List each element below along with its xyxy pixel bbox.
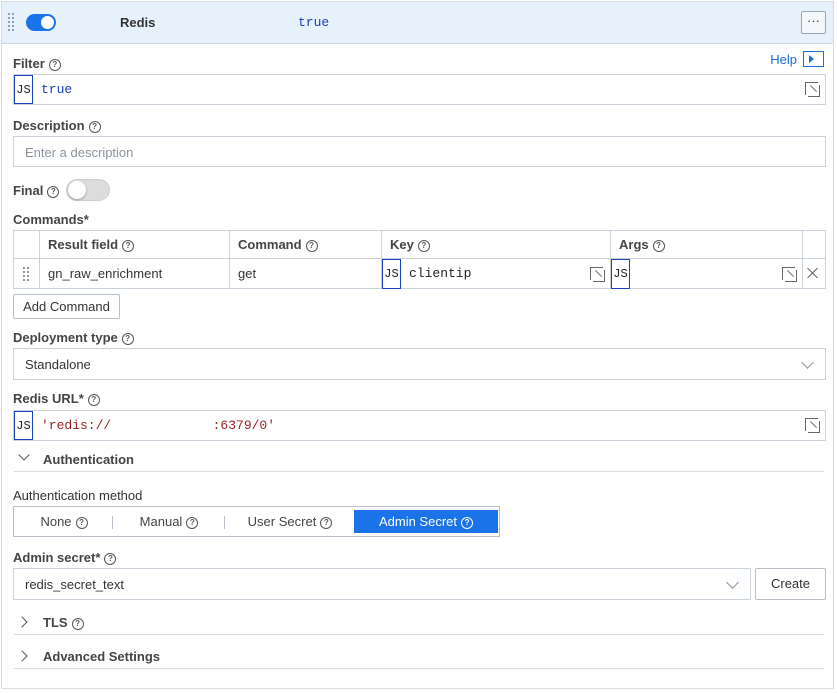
function-header[interactable]: Redis true ··· (2, 2, 833, 44)
help-circle-icon[interactable]: ? (75, 517, 88, 529)
help-circle-icon[interactable]: ? (652, 240, 665, 252)
expand-editor-icon[interactable] (590, 267, 605, 282)
redis-function-panel: Redis true ··· Filter? Help JS true Desc… (1, 1, 834, 689)
filter-value[interactable]: true (41, 82, 72, 97)
final-toggle[interactable] (66, 179, 110, 201)
remove-row-icon[interactable] (807, 267, 818, 278)
js-expression-tag: JS (14, 411, 33, 440)
help-circle-icon[interactable]: ? (71, 618, 84, 630)
advanced-settings-label: Advanced Settings (43, 649, 161, 664)
auth-method-admin-secret[interactable]: Admin Secret? (354, 510, 498, 533)
key-cell[interactable]: JS clientip (382, 259, 611, 289)
redis-url-value[interactable]: 'redis:// :6379/0' (41, 418, 275, 433)
help-circle-icon[interactable]: ? (122, 240, 135, 252)
advanced-settings-section-header[interactable]: Advanced Settings (14, 646, 824, 669)
enabled-toggle[interactable] (26, 14, 56, 31)
chevron-down-icon (726, 576, 739, 589)
more-options-button[interactable]: ··· (801, 11, 826, 34)
help-circle-icon[interactable]: ? (47, 186, 60, 198)
chevron-right-icon (16, 616, 28, 628)
authentication-section-label: Authentication (43, 452, 134, 467)
commands-label: Commands* (13, 212, 89, 227)
js-expression-tag: JS (382, 259, 401, 289)
result-field-cell[interactable]: gn_raw_enrichment (40, 259, 230, 289)
column-header-args: Args? (611, 231, 803, 258)
column-header-key: Key? (382, 231, 611, 258)
help-circle-icon[interactable]: ? (186, 517, 199, 529)
description-label: Description? (13, 118, 101, 133)
auth-method-manual[interactable]: Manual? (118, 510, 220, 533)
chevron-down-icon (801, 356, 814, 369)
expand-editor-icon[interactable] (805, 82, 820, 97)
redis-url-input[interactable]: JS 'redis:// :6379/0' (13, 410, 826, 441)
auth-method-none[interactable]: None? (22, 510, 106, 533)
help-circle-icon[interactable]: ? (87, 394, 100, 406)
description-input[interactable]: Enter a description (13, 136, 826, 167)
table-header-spacer (14, 231, 40, 258)
auth-method-label: Authentication method (13, 488, 143, 503)
help-link[interactable]: Help (770, 52, 797, 67)
filter-label: Filter? (13, 56, 61, 71)
header-filter-expression: true (298, 15, 330, 30)
commands-table: Result field? Command? Key? Args? gn_raw… (13, 230, 826, 289)
tls-section-label: TLS? (43, 615, 84, 630)
chevron-down-icon (18, 449, 30, 461)
create-secret-button[interactable]: Create (755, 568, 826, 600)
segment-divider (224, 516, 225, 529)
segment-divider (112, 516, 113, 529)
column-header-command: Command? (230, 231, 382, 258)
auth-method-user-secret[interactable]: User Secret? (230, 510, 350, 533)
help-circle-icon[interactable]: ? (88, 121, 101, 133)
help-circle-icon[interactable]: ? (320, 517, 333, 529)
js-expression-tag: JS (14, 75, 33, 104)
admin-secret-label: Admin secret*? (13, 550, 117, 565)
column-header-result-field: Result field? (40, 231, 230, 258)
table-row-grip-cell (14, 259, 40, 289)
chevron-right-icon (16, 650, 28, 662)
redis-url-label: Redis URL*? (13, 391, 100, 406)
deployment-type-value: Standalone (25, 357, 91, 372)
help-circle-icon[interactable]: ? (121, 333, 134, 345)
final-label: Final? (13, 183, 60, 198)
add-command-button[interactable]: Add Command (13, 294, 120, 319)
help-circle-icon[interactable]: ? (461, 517, 474, 529)
description-placeholder: Enter a description (25, 145, 134, 160)
admin-secret-value: redis_secret_text (25, 577, 124, 592)
expand-editor-icon[interactable] (805, 418, 820, 433)
function-title: Redis (120, 15, 156, 30)
key-value[interactable]: clientip (409, 259, 471, 289)
deployment-type-label: Deployment type? (13, 330, 134, 345)
help-circle-icon[interactable]: ? (417, 240, 430, 252)
help-circle-icon[interactable]: ? (48, 59, 61, 71)
admin-secret-select[interactable]: redis_secret_text (13, 568, 751, 600)
tls-section-header[interactable]: TLS? (14, 612, 824, 635)
auth-method-segmented-control: None? Manual? User Secret? Admin Secret? (13, 506, 500, 537)
expand-editor-icon[interactable] (782, 267, 797, 282)
drag-handle-icon[interactable] (8, 13, 16, 31)
command-cell[interactable]: get (230, 259, 382, 289)
filter-input[interactable]: JS true (13, 74, 826, 105)
help-panel-icon[interactable] (803, 51, 824, 67)
help-circle-icon[interactable]: ? (104, 553, 117, 565)
authentication-section-header[interactable]: Authentication (14, 449, 824, 472)
args-cell[interactable]: JS (611, 259, 803, 289)
js-expression-tag: JS (611, 259, 630, 289)
deployment-type-select[interactable]: Standalone (13, 348, 826, 380)
help-circle-icon[interactable]: ? (305, 240, 318, 252)
